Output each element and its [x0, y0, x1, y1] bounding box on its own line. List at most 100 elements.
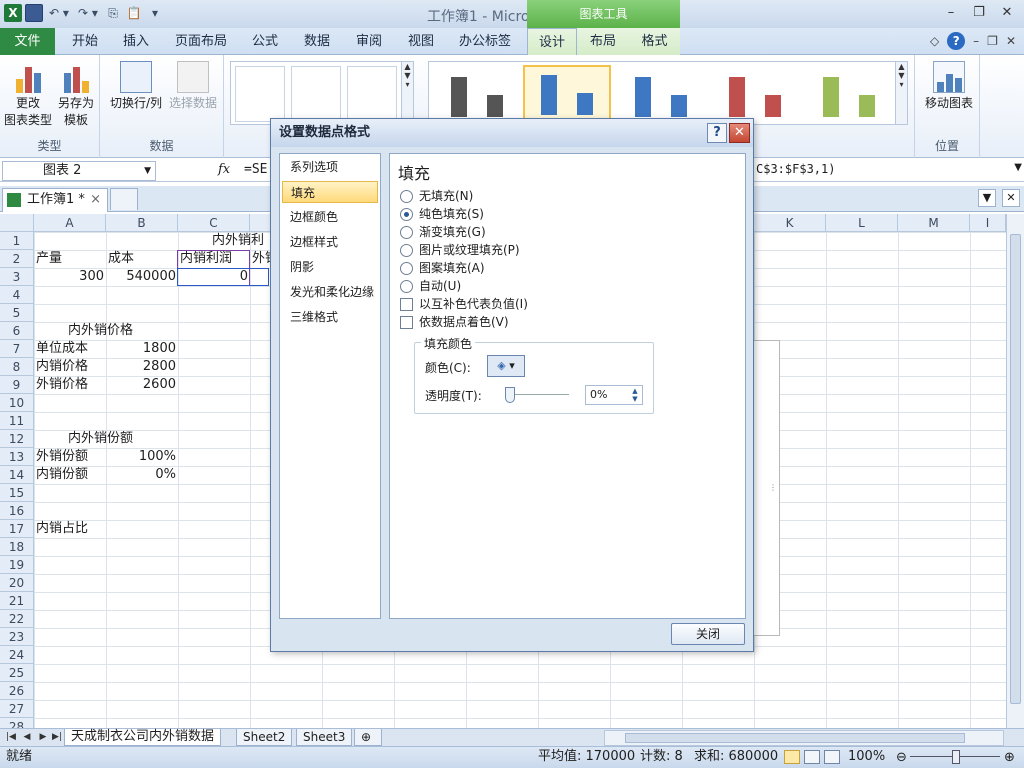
transparency-handle[interactable]	[505, 387, 515, 403]
workbook-tab[interactable]: 工作簿1 * ×	[2, 188, 108, 212]
chart-style-3[interactable]	[617, 65, 705, 123]
row-header[interactable]: 14	[0, 466, 34, 484]
row-header[interactable]: 7	[0, 340, 34, 358]
fill-color-picker[interactable]: ◈ ▾	[487, 355, 525, 377]
radio-automatic[interactable]	[400, 279, 413, 293]
cell-c1[interactable]: 内外销利	[212, 232, 264, 250]
cell-a13[interactable]: 外销份额	[36, 448, 88, 466]
radio-no-fill[interactable]	[400, 189, 413, 203]
zoom-handle[interactable]	[952, 750, 960, 764]
row-header[interactable]: 6	[0, 322, 34, 340]
nav-fill[interactable]: 填充	[282, 181, 378, 203]
option-invert-negative[interactable]: 以互补色代表负值(I)	[400, 296, 528, 312]
formula-input-tail[interactable]: C$3:$F$3,1)	[756, 162, 835, 176]
tab-page-layout[interactable]: 页面布局	[170, 28, 232, 55]
column-header-d[interactable]	[250, 214, 272, 232]
row-header[interactable]: 15	[0, 484, 34, 502]
cell-b3[interactable]: 540000	[108, 268, 176, 286]
zoom-in-icon[interactable]: ⊕	[1004, 748, 1015, 768]
option-solid-fill[interactable]: 纯色填充(S)	[400, 206, 484, 222]
row-header[interactable]: 27	[0, 700, 34, 718]
wb-close-icon[interactable]: ✕	[1006, 34, 1016, 48]
cell-b2[interactable]: 成本	[108, 250, 134, 268]
change-chart-type-button[interactable]: 更改 图表类型	[4, 59, 52, 129]
option-vary-colors[interactable]: 依数据点着色(V)	[400, 314, 509, 330]
column-header-n[interactable]: I	[970, 214, 1006, 232]
name-box[interactable]: 图表 2 ▼	[2, 161, 156, 181]
chart-style-1[interactable]	[433, 65, 521, 123]
spinner-arrows-icon[interactable]: ▲ ▼	[629, 387, 641, 403]
page-break-view-icon[interactable]	[824, 750, 840, 764]
tab-layout[interactable]: 布局	[577, 28, 629, 55]
tab-design[interactable]: 设计	[527, 28, 577, 56]
chevron-down-icon[interactable]: ▼	[144, 162, 151, 180]
last-sheet-icon[interactable]: ▶|	[50, 730, 64, 745]
tab-list-icon[interactable]: ▼	[978, 189, 996, 207]
horizontal-scroll-thumb[interactable]	[625, 733, 965, 743]
tab-review[interactable]: 审阅	[350, 28, 388, 55]
nav-glow-soft-edges[interactable]: 发光和柔化边缘	[282, 281, 378, 303]
zoom-out-icon[interactable]: ⊖	[896, 748, 907, 768]
layout-thumbnail-2[interactable]	[291, 66, 341, 122]
layout-thumbnail-1[interactable]	[235, 66, 285, 122]
row-header[interactable]: 1	[0, 232, 34, 250]
cell-b7[interactable]: 1800	[108, 340, 176, 358]
row-header[interactable]: 20	[0, 574, 34, 592]
wb-minimize-icon[interactable]: –	[973, 34, 979, 48]
row-header[interactable]: 16	[0, 502, 34, 520]
sheet-tab-3[interactable]: Sheet3	[296, 729, 353, 746]
cell-a7[interactable]: 单位成本	[36, 340, 88, 358]
cell-a8[interactable]: 内销价格	[36, 358, 88, 376]
tab-view[interactable]: 视图	[402, 28, 440, 55]
save-as-template-button[interactable]: 另存为 模板	[54, 59, 98, 129]
zoom-level[interactable]: 100%	[848, 747, 885, 767]
option-no-fill[interactable]: 无填充(N)	[400, 188, 473, 204]
page-layout-view-icon[interactable]	[804, 750, 820, 764]
help-icon[interactable]: ?	[947, 32, 966, 50]
new-tab-button[interactable]	[110, 188, 138, 210]
tab-format[interactable]: 格式	[629, 28, 680, 55]
nav-shadow[interactable]: 阴影	[282, 256, 378, 278]
cell-a14[interactable]: 内销份额	[36, 466, 88, 484]
select-data-button[interactable]: 选择数据	[166, 59, 220, 112]
wb-restore-icon[interactable]: ❐	[987, 34, 998, 48]
nav-3d-format[interactable]: 三维格式	[282, 306, 378, 328]
dialog-help-icon[interactable]: ?	[707, 123, 727, 143]
radio-solid-fill[interactable]	[400, 207, 413, 221]
row-header[interactable]: 19	[0, 556, 34, 574]
transparency-value[interactable]: 0%	[590, 388, 607, 401]
option-pattern-fill[interactable]: 图案填充(A)	[400, 260, 485, 276]
cell-a3[interactable]: 300	[36, 268, 104, 286]
row-header[interactable]: 8	[0, 358, 34, 376]
row-header[interactable]: 12	[0, 430, 34, 448]
normal-view-icon[interactable]	[784, 750, 800, 764]
styles-scroll-icon[interactable]: ▲ ▼ ▾	[895, 62, 907, 124]
expand-formula-icon[interactable]: ▼	[1014, 162, 1022, 173]
restore-button[interactable]: ❐	[970, 4, 988, 22]
nav-border-style[interactable]: 边框样式	[282, 231, 378, 253]
switch-row-col-button[interactable]: 切换行/列	[108, 59, 164, 112]
column-header-c[interactable]: C	[178, 214, 250, 232]
move-chart-button[interactable]: 移动图表	[919, 59, 979, 112]
radio-pattern-fill[interactable]	[400, 261, 413, 275]
chart-style-2[interactable]	[523, 65, 611, 123]
row-header[interactable]: 2	[0, 250, 34, 268]
nav-border-color[interactable]: 边框颜色	[282, 206, 378, 228]
chart-style-5[interactable]	[805, 65, 893, 123]
layouts-scroll-icon[interactable]: ▲ ▼ ▾	[401, 62, 413, 124]
column-header-a[interactable]: A	[34, 214, 106, 232]
row-header[interactable]: 4	[0, 286, 34, 304]
minimize-ribbon-icon[interactable]: ◇	[930, 34, 939, 48]
row-header[interactable]: 11	[0, 412, 34, 430]
chart-style-4[interactable]	[711, 65, 799, 123]
chart-object[interactable]: ⋮	[752, 340, 780, 636]
row-header[interactable]: 24	[0, 646, 34, 664]
cell-a12[interactable]: 内外销份额	[68, 430, 133, 448]
option-gradient-fill[interactable]: 渐变填充(G)	[400, 224, 486, 240]
first-sheet-icon[interactable]: |◀	[4, 730, 18, 745]
horizontal-scrollbar[interactable]	[604, 730, 1004, 746]
close-window-button[interactable]: ✕	[998, 4, 1016, 22]
cell-a17[interactable]: 内销占比	[36, 520, 88, 538]
tab-office-tabs[interactable]: 办公标签	[454, 28, 516, 55]
tab-formulas[interactable]: 公式	[246, 28, 284, 55]
